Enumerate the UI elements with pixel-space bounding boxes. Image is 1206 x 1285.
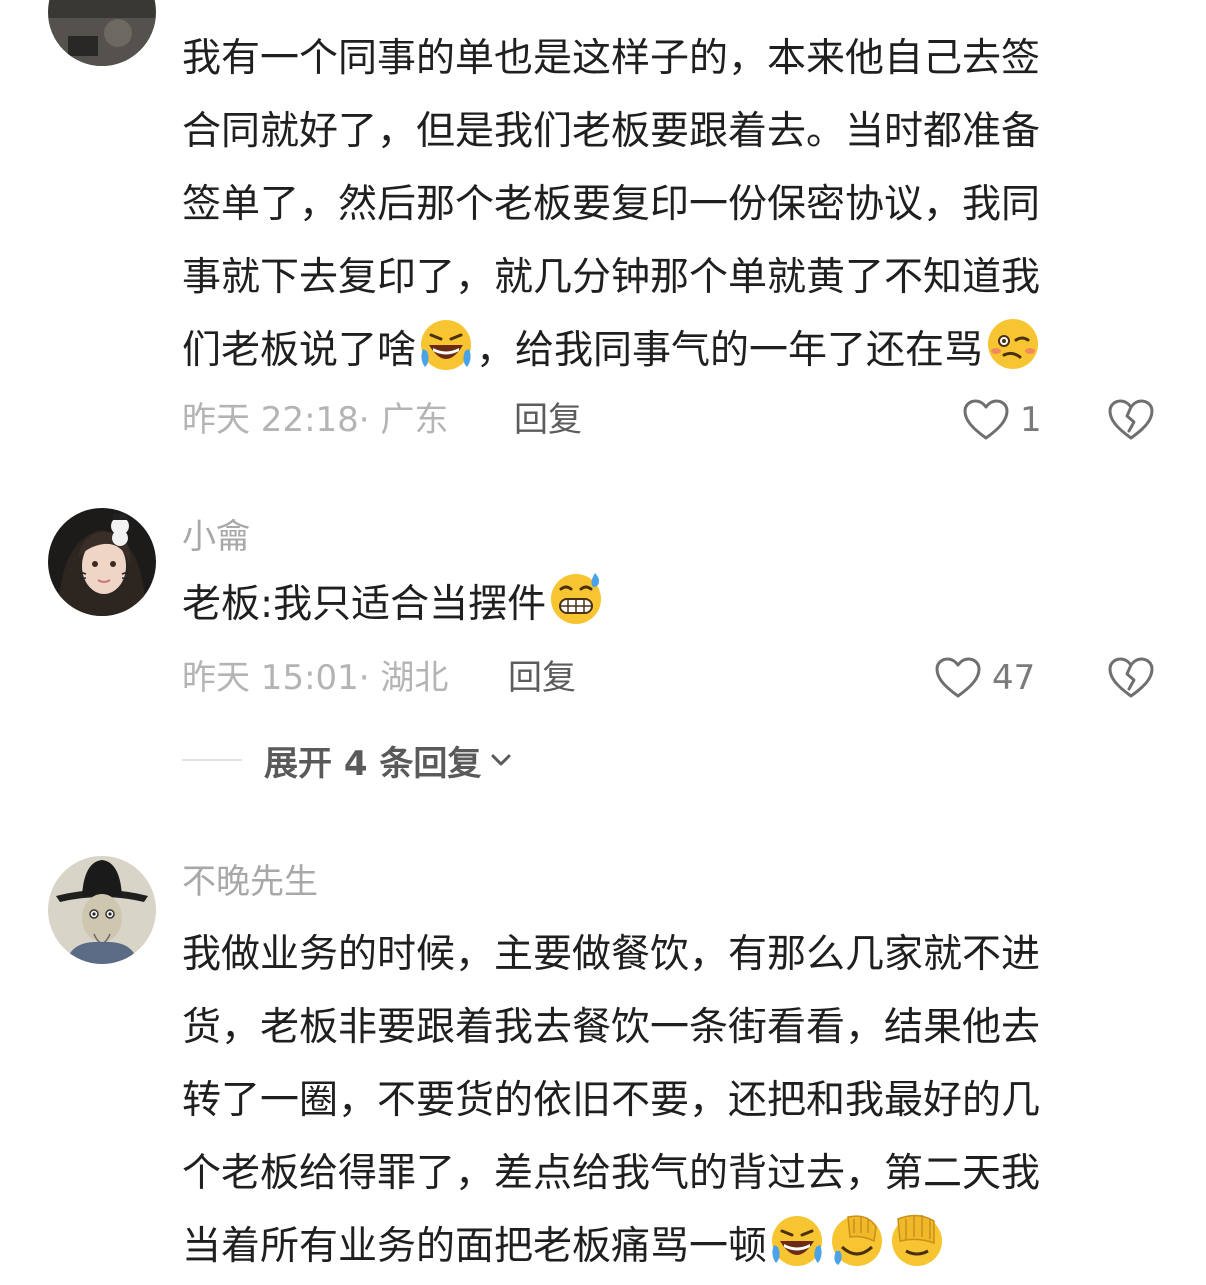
like-button[interactable]: 47 xyxy=(934,653,1035,703)
dislike-button[interactable] xyxy=(1106,395,1156,445)
comment-text: 老板:我只适合当摆件 xyxy=(182,568,1157,641)
comment-line: 当着所有业务的面把老板痛骂一顿 xyxy=(182,1210,1157,1283)
comment-line: 老板:我只适合当摆件 xyxy=(182,568,1157,641)
reply-button[interactable]: 回复 xyxy=(514,395,582,445)
expand-replies-label: 展开 4 条回复 xyxy=(264,743,482,784)
expand-replies-row: 展开 4 条回复 xyxy=(182,735,515,785)
avatar[interactable] xyxy=(48,856,156,964)
like-count: 1 xyxy=(1020,400,1042,440)
rofl-crying-laughing-emoji xyxy=(421,320,472,370)
comment-line: 事就下去复印了，就几分钟那个单就黄了不知道我 xyxy=(182,255,1041,300)
comment-meta: 昨天 15:01· 湖北 回复 47 xyxy=(182,653,1172,703)
comment-text: 我做业务的时候，主要做餐饮，有那么几家就不进 货，老板非要跟着我去餐饮一条街看看… xyxy=(182,918,1157,1283)
comment-line: 我有一个同事的单也是这样子的，本来他自己去签 xyxy=(182,36,1041,81)
dislike-button[interactable] xyxy=(1106,653,1156,703)
comment-line: 个老板给得罪了，差点给我气的背过去，第二天我 xyxy=(182,1151,1041,1196)
comment-line: 转了一圈，不要货的依旧不要，还把和我最好的几 xyxy=(182,1078,1041,1123)
comment-line: 合同就好了，但是我们老板要跟着去。当时都准备 xyxy=(182,109,1041,154)
comment-line-segment: ，给我同事气的一年了还在骂 xyxy=(476,328,984,373)
comment-username[interactable]: 不晚先生 xyxy=(182,862,318,902)
avatar[interactable] xyxy=(48,508,156,616)
comment-line-segment: 当着所有业务的面把老板痛骂一顿 xyxy=(182,1224,768,1269)
broken-heart-icon xyxy=(1108,399,1154,440)
comment-line: 我做业务的时候，主要做餐饮，有那么几家就不进 xyxy=(182,932,1041,977)
expand-replies-button[interactable]: 展开 4 条回复 xyxy=(264,736,515,785)
broken-heart-icon xyxy=(1108,657,1154,698)
comment-text: 我有一个同事的单也是这样子的，本来他自己去签 合同就好了，但是我们老板要跟着去。… xyxy=(182,22,1157,387)
like-count: 47 xyxy=(992,658,1036,698)
like-button[interactable]: 1 xyxy=(962,395,1042,445)
comment-line: 签单了，然后那个老板要复印一份保密协议，我同 xyxy=(182,182,1041,227)
avatar[interactable] xyxy=(48,0,156,66)
comment-time-location: 昨天 15:01· 湖北 xyxy=(182,658,449,698)
comment-line: 们老板说了啥 ，给我同事气的一年了还在骂 xyxy=(182,314,1157,387)
rofl-crying-laughing-emoji xyxy=(772,1216,823,1266)
reply-button[interactable]: 回复 xyxy=(508,653,576,703)
comment-line-segment: 老板:我只适合当摆件 xyxy=(182,582,547,627)
heart-outline-icon xyxy=(963,399,1009,440)
comment-line-segment: 们老板说了啥 xyxy=(182,328,417,373)
heart-outline-icon xyxy=(935,657,981,698)
chevron-down-icon xyxy=(491,754,511,766)
comment-time-location: 昨天 22:18· 广东 xyxy=(182,400,449,440)
divider xyxy=(182,759,242,761)
woozy-face-emoji xyxy=(988,319,1039,369)
grimacing-sweat-emoji xyxy=(551,573,602,624)
comment-line: 货，老板非要跟着我去餐饮一条街看看，结果他去 xyxy=(182,1005,1041,1050)
comment-meta: 昨天 22:18· 广东 回复 1 xyxy=(182,395,1172,445)
comment-username[interactable]: 小龠 xyxy=(182,517,250,557)
facepalm-emoji xyxy=(892,1214,943,1266)
facepalm-emoji xyxy=(832,1215,883,1266)
